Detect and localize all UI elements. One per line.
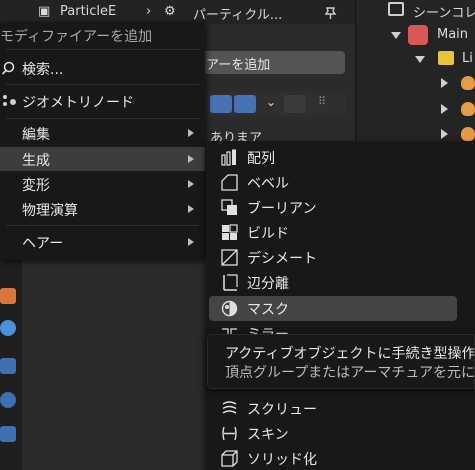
category-edit[interactable]: 編集 xyxy=(0,121,205,145)
object-tab-icon[interactable] xyxy=(0,288,16,304)
submenu-item-skin[interactable]: スキン xyxy=(209,421,457,446)
submenu-item-solidify[interactable]: ソリッド化 xyxy=(209,446,457,470)
modifier-breadcrumb[interactable]: パーティクル... xyxy=(193,4,282,23)
category-generate[interactable]: 生成 xyxy=(0,147,205,171)
menu-title: モディファイアーを追加 xyxy=(0,29,153,45)
solidify-icon xyxy=(221,450,238,467)
submenu-arrow-icon xyxy=(188,155,194,163)
display-viewport-icon[interactable] xyxy=(210,95,232,113)
modifier-display-toggles: ⌄ ⠿ xyxy=(200,92,345,116)
modifier-wrench-icon: ⚙ xyxy=(164,4,176,19)
category-hair[interactable]: ヘアー xyxy=(0,230,205,254)
submenu-item-boolean[interactable]: ブーリアン xyxy=(209,195,457,220)
category-label: 生成 xyxy=(22,153,50,169)
submenu-arrow-icon xyxy=(188,180,194,188)
toggle-icon[interactable] xyxy=(284,95,306,113)
geometry-nodes-label: ジオメトリノード xyxy=(22,95,134,111)
menu-divider xyxy=(6,225,199,226)
collection-icon xyxy=(438,51,454,65)
array-icon xyxy=(221,149,236,166)
physics-tab-icon[interactable] xyxy=(0,392,16,408)
add-modifier-button[interactable]: アーを追加 xyxy=(200,51,345,74)
add-modifier-menu: モディファイアーを追加 検索... ジオメトリノード 編集 生成 変形 物理演算… xyxy=(0,22,205,260)
submenu-item-array[interactable]: 配列 xyxy=(209,145,457,170)
particles-tab-icon[interactable] xyxy=(0,358,16,374)
menu-divider xyxy=(6,84,199,85)
properties-tab-strip xyxy=(0,260,22,470)
menu-divider xyxy=(6,118,199,119)
modifier-tab-icon[interactable] xyxy=(0,320,16,336)
submenu-item-build[interactable]: ビルド xyxy=(209,220,457,245)
breadcrumb-separator-icon: › xyxy=(146,4,152,19)
submenu-item-mask[interactable]: マスク xyxy=(209,296,457,321)
object-breadcrumb[interactable]: ParticleE xyxy=(60,4,116,19)
object-breadcrumb-icon: ▣ xyxy=(38,4,51,19)
expand-icon[interactable] xyxy=(391,32,401,39)
skin-icon xyxy=(222,426,237,441)
edge-split-icon xyxy=(223,274,238,291)
generate-submenu: 配列 ベベル ブーリアン ビルド デシメート 辺分離 マスク スクリュー スキン… xyxy=(206,141,475,470)
tooltip-description: アクティブオブジェクトに手続き型操作 xyxy=(225,346,475,362)
category-label: 編集 xyxy=(22,127,50,143)
boolean-icon xyxy=(221,199,237,215)
expand-icon[interactable] xyxy=(441,129,448,139)
category-physics[interactable]: 物理演算 xyxy=(0,197,205,221)
mask-icon xyxy=(221,300,238,317)
display-render-icon[interactable] xyxy=(234,95,256,113)
light-bulb-icon xyxy=(461,102,475,116)
build-icon xyxy=(222,224,238,240)
submenu-arrow-icon xyxy=(188,238,194,246)
tooltip: アクティブオブジェクトに手続き型操作 頂点グループまたはアーマチュアを元に xyxy=(207,334,475,389)
menu-divider xyxy=(6,49,199,50)
tooltip-detail: 頂点グループまたはアーマチュアを元に xyxy=(225,365,475,381)
category-label: 物理演算 xyxy=(22,203,78,219)
expand-icon[interactable] xyxy=(441,78,448,88)
constraints-tab-icon[interactable] xyxy=(0,426,16,442)
submenu-item-edge-split[interactable]: 辺分離 xyxy=(209,270,457,295)
submenu-item-screw[interactable]: スクリュー xyxy=(209,396,457,421)
screw-icon xyxy=(222,401,237,414)
light-bulb-icon xyxy=(461,76,475,90)
search-menu-item[interactable]: 検索... xyxy=(0,56,205,80)
search-icon xyxy=(2,61,15,75)
submenu-arrow-icon xyxy=(188,205,194,213)
submenu-arrow-icon xyxy=(188,129,194,137)
chevron-down-icon[interactable]: ⌄ xyxy=(260,95,282,113)
submenu-item-bevel[interactable]: ベベル xyxy=(209,170,457,195)
bevel-icon xyxy=(221,174,238,191)
category-label: ヘアー xyxy=(22,236,64,252)
decimate-icon xyxy=(221,249,238,266)
collection-icon xyxy=(408,25,428,45)
search-label: 検索... xyxy=(22,62,64,78)
expand-icon[interactable] xyxy=(441,104,448,114)
expand-icon[interactable] xyxy=(415,56,425,63)
geometry-nodes-menu-item[interactable]: ジオメトリノード xyxy=(0,89,205,113)
category-label: 変形 xyxy=(22,178,50,194)
pin-icon[interactable] xyxy=(322,6,340,20)
drag-handle-icon[interactable]: ⠿ xyxy=(318,95,340,113)
light-bulb-icon xyxy=(461,127,475,141)
submenu-item-decimate[interactable]: デシメート xyxy=(209,245,457,270)
category-deform[interactable]: 変形 xyxy=(0,172,205,196)
collection-box-icon xyxy=(388,2,404,16)
geometry-nodes-icon xyxy=(3,95,16,106)
